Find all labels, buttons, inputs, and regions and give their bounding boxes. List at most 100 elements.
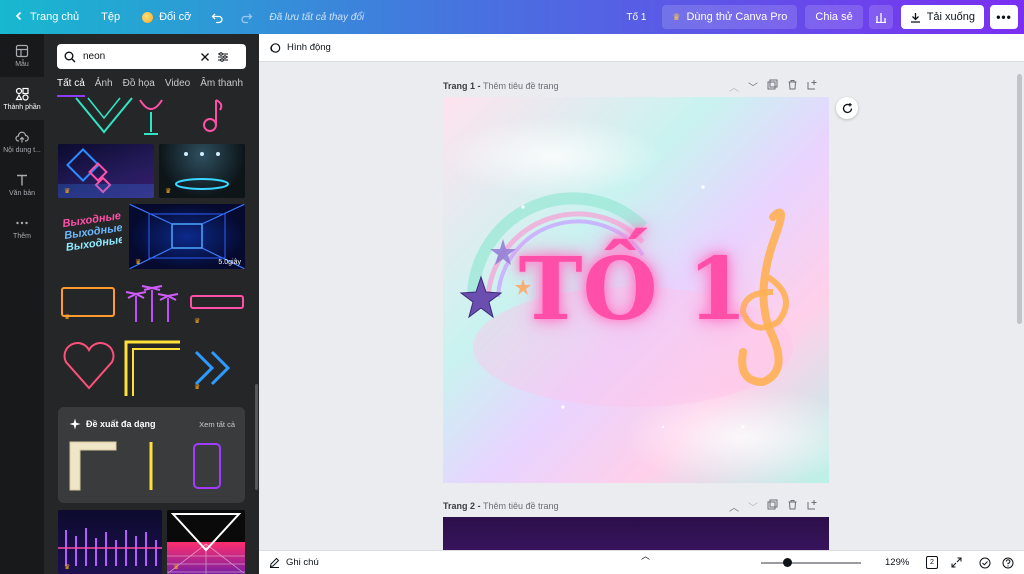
rail-item-templates[interactable]: Mẫu [0, 34, 44, 77]
share-label: Chia sẻ [815, 11, 853, 23]
chevron-left-icon [14, 11, 24, 24]
neon-stage-photo[interactable]: ♛ [159, 144, 245, 198]
duplicate-icon[interactable] [767, 499, 778, 510]
trash-icon[interactable] [787, 499, 798, 510]
download-label: Tải xuống [926, 11, 975, 23]
zoom-level[interactable]: 129% [885, 557, 909, 568]
pro-crown-icon: ♛ [173, 564, 180, 571]
file-menu-button[interactable]: Tệp [93, 4, 128, 30]
chevron-down-icon[interactable]: ﹀ [748, 79, 758, 94]
crown-icon: ♛ [672, 11, 681, 22]
resize-button[interactable]: Đổi cỡ [134, 4, 199, 30]
suggestion-frame-item[interactable] [68, 440, 118, 492]
redo-button[interactable] [232, 4, 261, 30]
chevron-up-icon[interactable]: ︿ [729, 499, 739, 514]
page-2-title-input[interactable]: Thêm tiêu đề trang [483, 501, 559, 511]
search-input[interactable] [83, 51, 193, 62]
page-2-header: Trang 2 - Thêm tiêu đề trang [443, 501, 559, 511]
rail-item-elements[interactable]: Thành phần [0, 77, 44, 120]
clear-icon[interactable] [200, 52, 210, 62]
animation-button[interactable]: Hình động [287, 42, 331, 53]
neon-text-sticker[interactable]: Выходные Выходные Выходные [62, 208, 122, 262]
check-circle-icon[interactable] [979, 557, 991, 569]
animation-toolbar: Hình động [259, 34, 1024, 62]
save-status: Đã lưu tất cả thay đổi [269, 11, 365, 23]
neon-heart-graphic[interactable] [60, 340, 118, 392]
pencil-icon [269, 557, 280, 568]
rail-item-text[interactable]: Văn bản [0, 163, 44, 206]
pro-crown-icon: ♛ [64, 314, 71, 321]
add-page-icon[interactable] [807, 79, 818, 90]
page-2-tools: ︿ ﹀ [729, 499, 818, 514]
chevron-up-icon[interactable]: ︿ [729, 79, 739, 94]
download-button[interactable]: Tải xuống [900, 5, 984, 29]
neon-triangle-graphic[interactable] [74, 96, 134, 136]
rail-item-uploads[interactable]: Nội dung t... [0, 120, 44, 163]
tab-graphics[interactable]: Đồ họa [123, 78, 155, 97]
neon-triangle-grid-photo[interactable]: ♛ [167, 510, 245, 574]
design-canvas-page-1[interactable]: TỐ 1 [443, 97, 829, 483]
neon-orange-frame-graphic[interactable]: ♛ [58, 282, 118, 324]
more-dots-icon: ••• [996, 10, 1012, 24]
add-page-icon[interactable] [807, 499, 818, 510]
pro-crown-icon: ♛ [64, 564, 71, 571]
neon-diamonds-photo[interactable]: ♛ [58, 144, 154, 198]
neon-yellow-corner-graphic[interactable] [122, 338, 182, 398]
rail-label: Mẫu [15, 60, 29, 68]
suggestion-purple-frame-item[interactable] [190, 440, 224, 492]
top-bar: Trang chủ Tệp Đổi cỡ Đã lưu tất cả thay … [0, 0, 1024, 34]
help-icon[interactable] [1002, 557, 1014, 569]
page-count-button[interactable]: 2 [926, 556, 938, 569]
fullscreen-icon[interactable] [951, 557, 962, 568]
page-1-title-input[interactable]: Thêm tiêu đề trang [483, 81, 559, 91]
rail-item-more[interactable]: Thêm [0, 206, 44, 249]
trash-icon[interactable] [787, 79, 798, 90]
notes-label: Ghi chú [286, 557, 319, 568]
try-pro-button[interactable]: ♛ Dùng thử Canva Pro [662, 5, 798, 29]
search-icon [64, 51, 76, 62]
rail-label: Nội dung t... [3, 146, 41, 154]
editor-footer: Ghi chú ︿ 129% 2 [259, 550, 1024, 574]
canvas-heading-text[interactable]: TỐ 1 [508, 235, 758, 345]
zoom-slider[interactable] [761, 562, 861, 564]
bar-chart-icon [875, 13, 886, 23]
neon-music-note-graphic[interactable] [194, 96, 234, 136]
editor-scrollbar[interactable] [1017, 74, 1022, 324]
panel-scrollbar[interactable] [255, 384, 258, 490]
regenerate-button[interactable] [836, 97, 858, 119]
tab-all[interactable]: Tất cả [57, 78, 85, 97]
suggestion-yellow-line-item[interactable] [146, 440, 156, 492]
page-2-label: Trang 2 - [443, 501, 484, 511]
result-tabs: Tất cả Ảnh Đồ họa Video Âm thanh [57, 78, 243, 97]
text-icon [17, 174, 27, 185]
neon-palm-trees-graphic[interactable] [122, 280, 182, 324]
tab-audio[interactable]: Âm thanh [200, 78, 243, 97]
zoom-slider-thumb[interactable] [782, 558, 792, 567]
see-all-link[interactable]: Xem tất cả [199, 420, 235, 429]
editor-area: Hình động Trang 1 - Thêm tiêu đề trang ︿… [259, 34, 1024, 574]
animate-icon [270, 42, 281, 53]
pro-crown-icon: ♛ [135, 259, 142, 266]
neon-chevrons-graphic[interactable]: ♛ [188, 344, 246, 394]
document-title[interactable]: Tố 1 [626, 12, 646, 23]
undo-button[interactable] [203, 4, 232, 30]
sparkle-icon [69, 418, 81, 430]
insights-button[interactable] [868, 5, 893, 29]
neon-tunnel-video[interactable]: ♛ 5.0giây [129, 204, 245, 269]
share-button[interactable]: Chia sẻ [805, 5, 863, 29]
home-button[interactable]: Trang chủ [6, 4, 87, 30]
filter-icon[interactable] [217, 51, 229, 63]
suggestion-title: Đề xuất đa dạng [86, 419, 156, 429]
neon-equalizer-photo[interactable]: ♛ [58, 510, 162, 574]
notes-button[interactable]: Ghi chú [269, 557, 319, 568]
duplicate-icon[interactable] [767, 79, 778, 90]
resize-label: Đổi cỡ [159, 11, 192, 23]
more-menu-button[interactable]: ••• [990, 5, 1018, 29]
neon-pink-bar-graphic[interactable]: ♛ [188, 288, 246, 328]
page-1-tools: ︿ ﹀ [729, 79, 818, 94]
tab-videos[interactable]: Video [165, 78, 190, 97]
chevron-up-icon[interactable]: ︿ [641, 549, 650, 562]
tab-photos[interactable]: Ảnh [95, 78, 113, 97]
neon-cocktail-graphic[interactable] [136, 96, 166, 138]
chevron-down-icon[interactable]: ﹀ [748, 499, 758, 514]
